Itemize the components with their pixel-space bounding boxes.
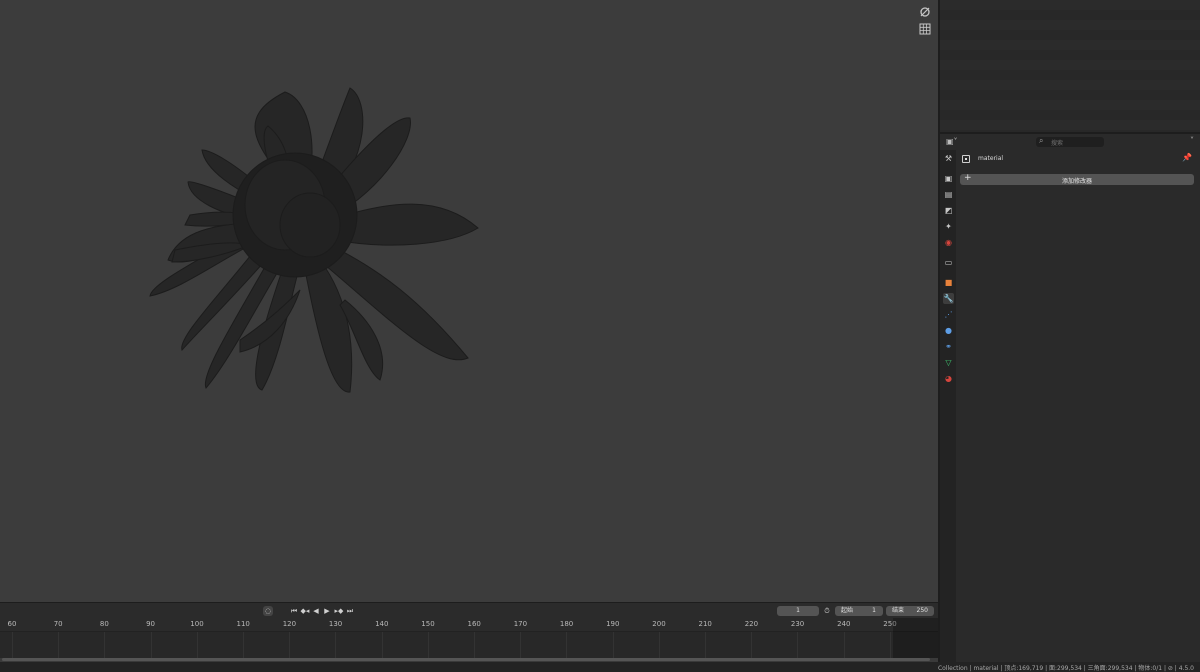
chevron-down-icon[interactable]: ˅ xyxy=(1190,136,1194,145)
status-bar: Collection | material | 顶点:169,719 | 面:2… xyxy=(0,662,1200,672)
object-tab-icon[interactable]: ■ xyxy=(943,277,954,288)
frame-gridline xyxy=(427,632,429,658)
search-icon: ⌕ xyxy=(1039,136,1044,145)
tick-label: 160 xyxy=(467,620,481,628)
blender-window: ▣˅ ⌕ 搜索 ˅ ⚒ ▣ ▤ ◩ ✦ ◉ ▭ ■ 🔧 ⋰ ● ⚭ ▽ ◕ material 📌 + 添加… xyxy=(0,0,1200,672)
tick-label: 60 xyxy=(7,620,17,628)
particles-tab-icon[interactable]: ⋰ xyxy=(943,309,954,320)
frame-gridline xyxy=(889,632,891,658)
frame-gridline xyxy=(12,632,13,658)
frame-gridline xyxy=(58,632,60,658)
frame-gridline xyxy=(474,632,475,658)
jump-start-icon[interactable]: ⏮ xyxy=(289,606,299,616)
pin-icon[interactable]: 📌 xyxy=(1182,153,1192,162)
frame-gridline xyxy=(843,632,845,658)
world-tab-icon[interactable]: ◉ xyxy=(943,237,954,248)
frame-gridline xyxy=(150,632,152,658)
tick-label: 110 xyxy=(236,620,250,628)
scrollbar-thumb[interactable] xyxy=(2,658,930,661)
properties-tabs: ⚒ ▣ ▤ ◩ ✦ ◉ ▭ ■ 🔧 ⋰ ● ⚭ ▽ ◕ xyxy=(940,150,956,662)
end-value: 250 xyxy=(916,607,928,614)
status-text: Collection | material | 顶点:169,719 | 面:2… xyxy=(937,665,1194,672)
search-input[interactable]: ⌕ 搜索 xyxy=(1036,136,1104,147)
tick-label: 230 xyxy=(790,620,805,628)
data-tab-icon[interactable]: ▽ xyxy=(943,357,954,368)
tick-label: 240 xyxy=(837,620,851,628)
frame-gridline xyxy=(335,632,337,658)
flower-model xyxy=(149,87,479,393)
tick-label: 170 xyxy=(513,620,528,628)
end-frame-field[interactable]: 结束 250 xyxy=(886,606,934,616)
properties-editor: ▣˅ ⌕ 搜索 ˅ ⚒ ▣ ▤ ◩ ✦ ◉ ▭ ■ 🔧 ⋰ ● ⚭ ▽ ◕ material 📌 + 添加… xyxy=(940,134,1200,662)
tick-label: 120 xyxy=(282,620,297,628)
frame-gridline xyxy=(705,632,706,658)
scene-tab-icon[interactable]: ✦ xyxy=(943,221,954,232)
timeline-track-area[interactable] xyxy=(0,632,938,658)
camera-icon[interactable] xyxy=(918,4,932,18)
timeline: ◌ ⏮ ◆◂ ◀ ▶ ▸◆ ⏭ 1 ⏱ 起始 1 结束 250 60 70 80 90… xyxy=(0,602,938,662)
grid-icon[interactable] xyxy=(918,21,932,35)
modifier-panel: material 📌 + 添加修改器 xyxy=(956,150,1200,662)
view-layer-tab-icon[interactable]: ◩ xyxy=(943,205,954,216)
tick-label: 140 xyxy=(375,620,389,628)
properties-header: ▣˅ ⌕ 搜索 ˅ xyxy=(940,134,1200,150)
next-keyframe-icon[interactable]: ▸◆ xyxy=(333,606,345,616)
modifier-tab-icon[interactable]: 🔧 xyxy=(943,293,954,304)
collection-tab-icon[interactable]: ▭ xyxy=(943,257,954,268)
tick-label: 190 xyxy=(606,620,620,628)
frame-gridline xyxy=(381,632,383,658)
start-frame-field[interactable]: 起始 1 xyxy=(835,606,883,616)
tick-label: 90 xyxy=(146,620,156,628)
tick-label: 130 xyxy=(328,620,343,628)
frame-gridline xyxy=(751,632,753,658)
stopwatch-icon[interactable]: ⏱ xyxy=(822,606,832,616)
prev-keyframe-icon[interactable]: ◆◂ xyxy=(299,606,311,616)
tick-label: 220 xyxy=(744,620,759,628)
render-tab-icon[interactable]: ▣ xyxy=(943,173,954,184)
physics-tab-icon[interactable]: ● xyxy=(943,325,954,336)
search-placeholder: 搜索 xyxy=(1051,140,1064,147)
start-label: 起始 xyxy=(841,607,854,614)
object-name: material xyxy=(978,155,1004,162)
frame-gridline xyxy=(797,632,799,658)
output-tab-icon[interactable]: ▤ xyxy=(943,189,954,200)
jump-end-icon[interactable]: ⏭ xyxy=(345,606,355,616)
tick-label: 150 xyxy=(421,620,435,628)
current-frame-value: 1 xyxy=(796,607,800,614)
tool-tab-icon[interactable]: ⚒ xyxy=(943,153,954,164)
frame-gridline xyxy=(104,632,106,658)
add-modifier-button[interactable]: + 添加修改器 xyxy=(960,173,1194,185)
frame-gridline xyxy=(520,632,522,658)
object-icon xyxy=(962,155,970,163)
constraints-tab-icon[interactable]: ⚭ xyxy=(943,341,954,352)
keying-icon[interactable]: ◌ xyxy=(263,606,273,616)
tick-label: 100 xyxy=(190,620,204,628)
frame-gridline xyxy=(243,632,244,658)
frame-gridline xyxy=(612,632,614,658)
object-row: material 📌 xyxy=(960,153,1196,165)
frame-gridline xyxy=(196,632,198,658)
frame-gridline xyxy=(566,632,568,658)
3d-viewport[interactable] xyxy=(0,0,938,602)
tick-label: 200 xyxy=(652,620,666,628)
frame-gridline xyxy=(658,632,660,658)
add-modifier-label: 添加修改器 xyxy=(1061,178,1092,185)
material-tab-icon[interactable]: ◕ xyxy=(943,373,954,384)
end-label: 结束 xyxy=(892,607,905,614)
play-icon[interactable]: ▶ xyxy=(322,606,332,616)
timeline-header: ◌ ⏮ ◆◂ ◀ ▶ ▸◆ ⏭ 1 ⏱ 起始 1 结束 250 xyxy=(0,602,938,618)
current-frame-field[interactable]: 1 xyxy=(777,606,819,616)
tick-label: 210 xyxy=(698,620,712,628)
outliner[interactable] xyxy=(940,0,1200,132)
properties-editor-icon[interactable]: ▣˅ xyxy=(946,137,962,147)
frame-gridline xyxy=(289,632,291,658)
play-reverse-icon[interactable]: ◀ xyxy=(311,606,321,616)
tick-label: 70 xyxy=(53,620,63,628)
timeline-ruler[interactable]: 60 70 80 90 100 110 120 130 140 150 160 170 180 190 20… xyxy=(0,618,938,632)
start-value: 1 xyxy=(872,607,876,614)
tick-label: 80 xyxy=(99,620,109,628)
tick-label: 180 xyxy=(559,620,574,628)
timeline-out-of-range xyxy=(893,618,938,658)
